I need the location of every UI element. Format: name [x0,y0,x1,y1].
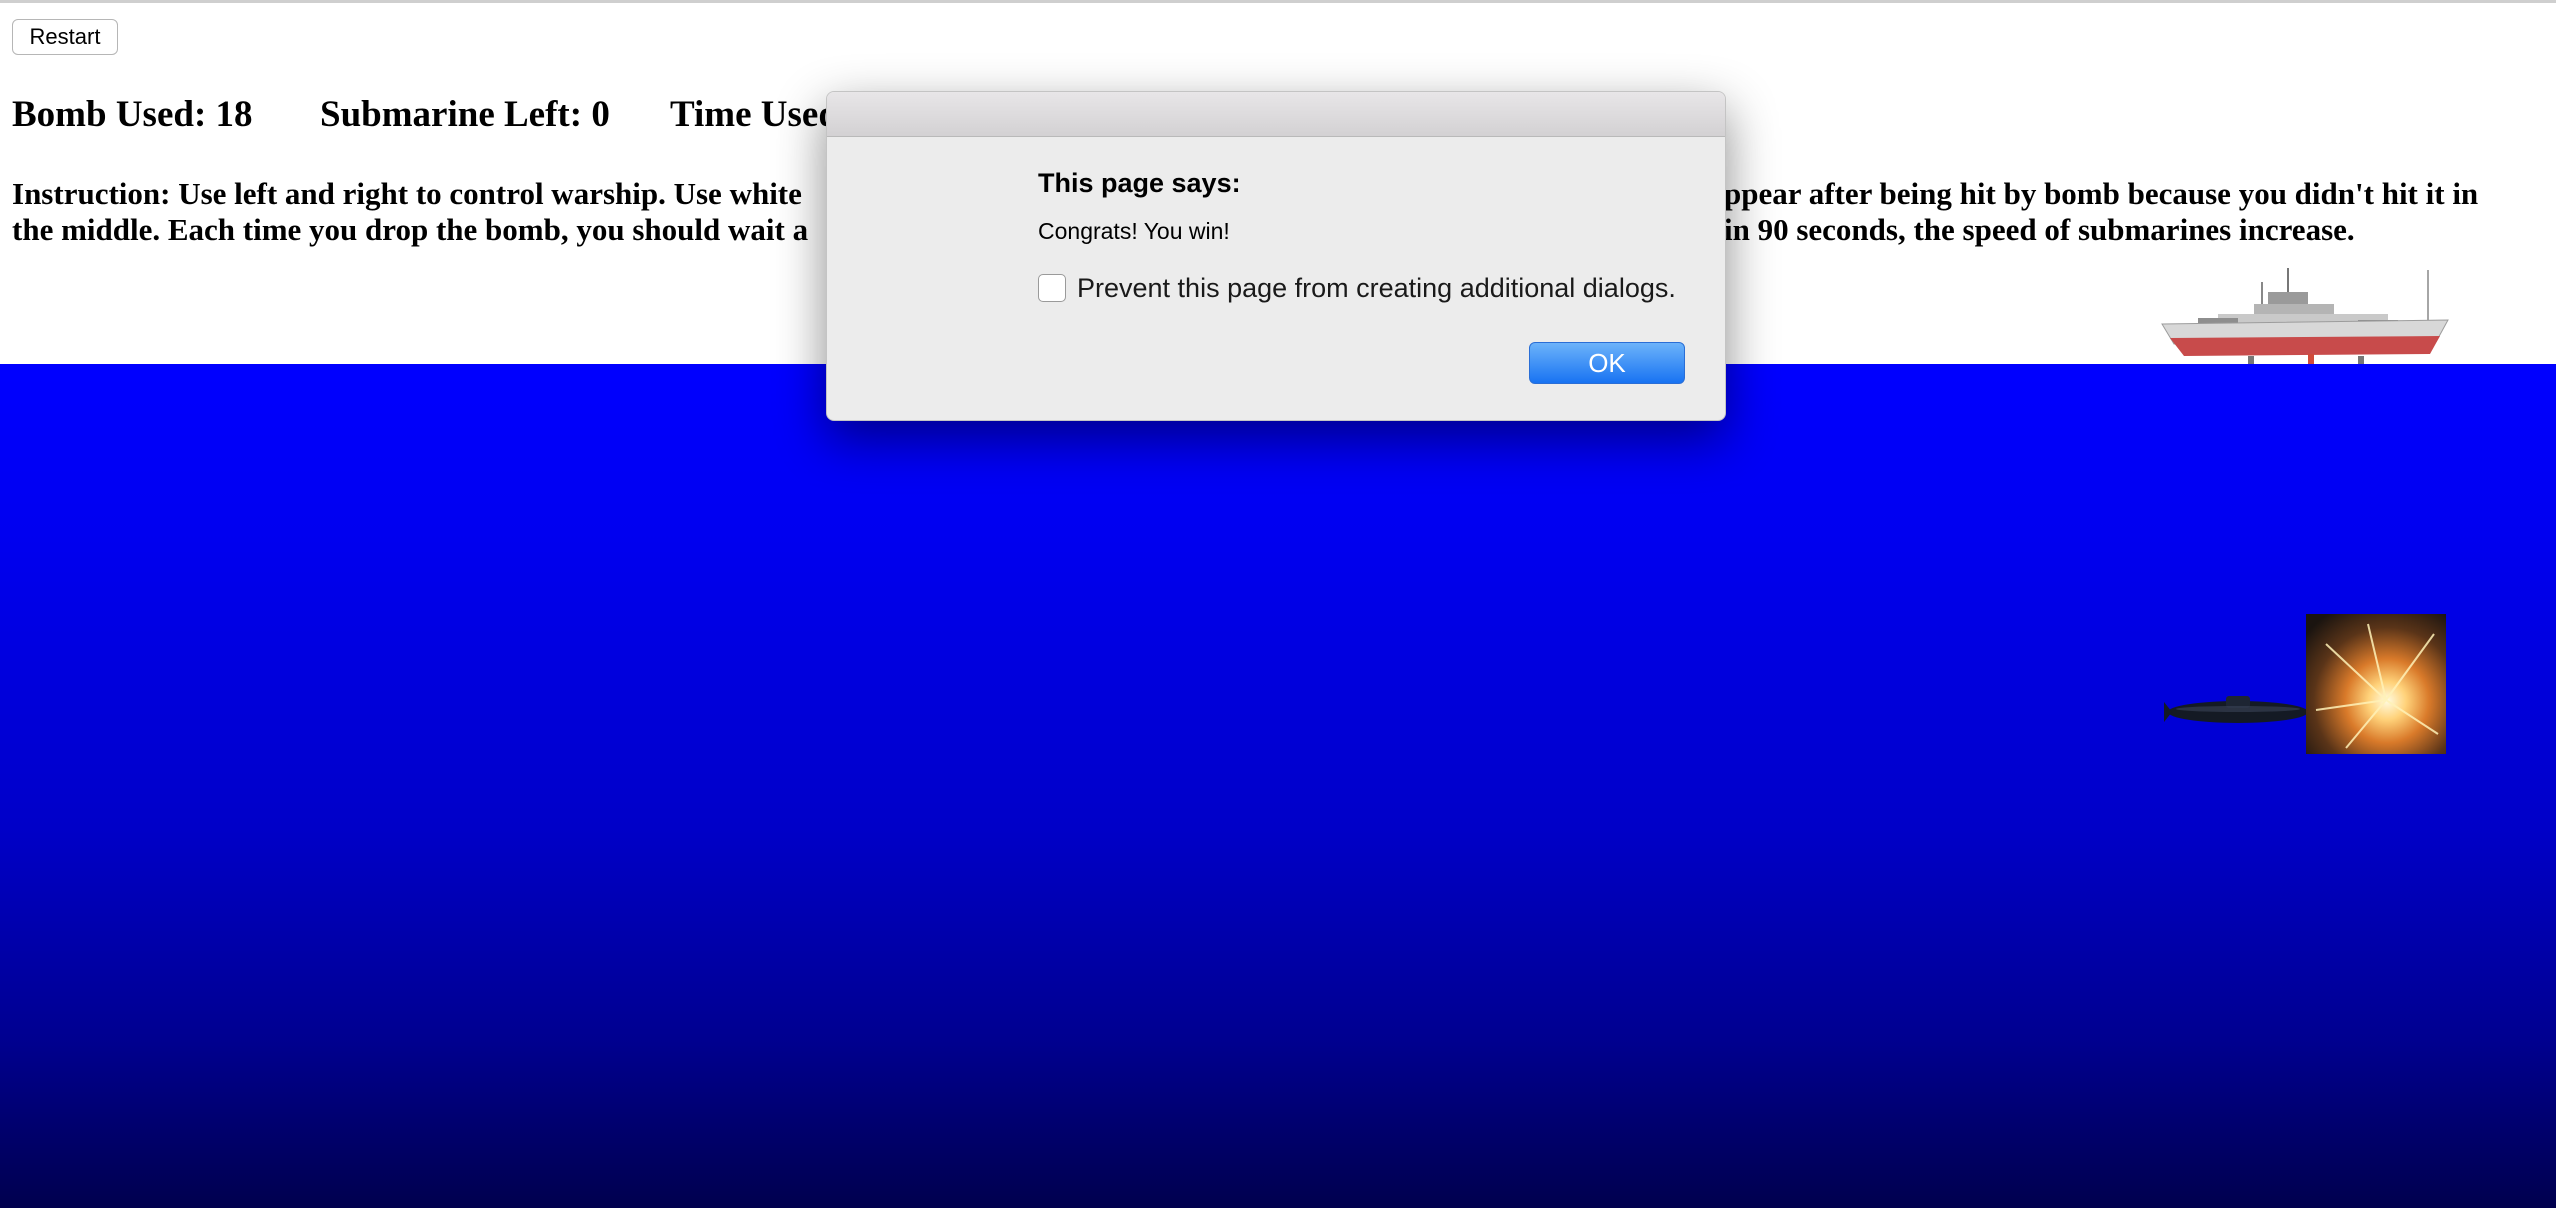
browser-top-border [0,0,2556,3]
alert-dialog: This page says: Congrats! You win! Preve… [826,91,1726,421]
time-used-counter: Time Used [670,94,839,135]
instruction-line2-left: the middle. Each time you drop the bomb,… [12,212,809,247]
bombs-used-counter: Bomb Used: 18 [12,94,253,135]
sea-area[interactable] [0,364,2556,1208]
warship-icon[interactable] [2158,262,2452,366]
ok-button[interactable]: OK [1529,342,1685,384]
explosion-icon [2306,614,2446,754]
dialog-message: Congrats! You win! [1038,218,1230,244]
dialog-titlebar[interactable] [827,92,1725,137]
prevent-dialogs-label[interactable]: Prevent this page from creating addition… [1077,273,1676,304]
instruction-line2-right: in 90 seconds, the speed of submarines i… [1724,212,2355,247]
instruction-line1-left: Instruction: Use left and right to contr… [12,176,802,211]
submarines-left-counter: Submarine Left: 0 [320,94,610,135]
submarine-icon [2160,688,2310,728]
instruction-line1-right: ppear after being hit by bomb because yo… [1724,176,2479,211]
prevent-dialogs-checkbox[interactable] [1038,274,1066,302]
dialog-heading: This page says: [1038,168,1241,198]
restart-button[interactable]: Restart [12,19,118,55]
